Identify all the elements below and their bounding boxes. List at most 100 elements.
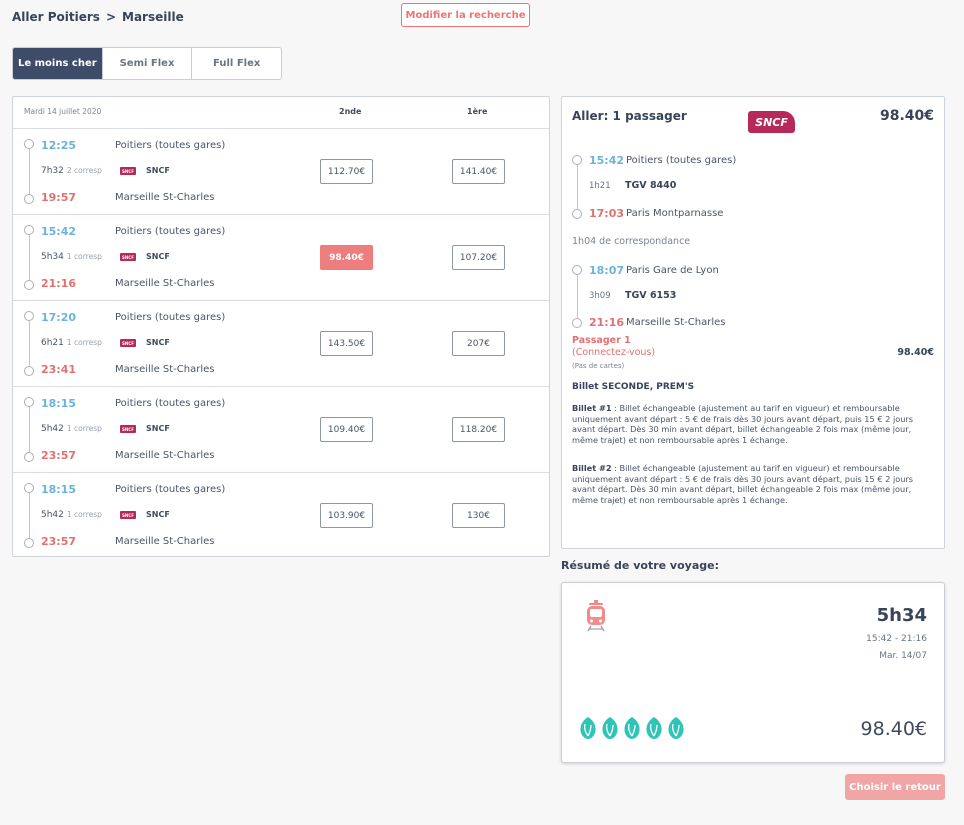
- journey-row[interactable]: 18:15 Poitiers (toutes gares) 5h42 1 corr…: [13, 473, 549, 559]
- connection-duration: 1h04 de correspondance: [572, 236, 691, 247]
- price-first-class[interactable]: 118.20€: [452, 417, 505, 442]
- passenger-price: 98.40€: [897, 347, 934, 358]
- carrier-name: SNCF: [146, 252, 170, 261]
- arrival-station: Marseille St-Charles: [115, 450, 215, 461]
- summary-times: 15:42 - 21:16: [866, 634, 927, 644]
- ticket-conditions-text: : Billet échangeable (ajustement au tari…: [572, 463, 914, 505]
- price-second-class[interactable]: 112.70€: [320, 159, 373, 184]
- sncf-logo-icon: SNCF: [120, 425, 136, 433]
- tab-cheapest[interactable]: Le moins cher: [13, 48, 103, 79]
- breadcrumb: Aller Poitiers > Marseille: [12, 10, 184, 24]
- eco-leaf-icon: [668, 717, 684, 739]
- connections-count: 1 corresp: [66, 510, 102, 519]
- segment-departure-dot: [572, 265, 582, 275]
- connections-count: 1 corresp: [66, 338, 102, 347]
- timeline-line: [28, 149, 30, 194]
- arrival-time: 23:57: [41, 449, 77, 462]
- eco-rating: [578, 716, 686, 740]
- journey-row[interactable]: 12:25 Poitiers (toutes gares) 7h32 2 corr…: [13, 129, 549, 215]
- departure-station: Poitiers (toutes gares): [115, 398, 226, 409]
- eco-leaf-icon: [602, 717, 618, 739]
- route-separator: >: [105, 10, 117, 24]
- modify-search-button[interactable]: Modifier la recherche: [401, 3, 530, 27]
- column-second-class: 2nde: [339, 107, 362, 116]
- price-second-class[interactable]: 143.50€: [320, 331, 373, 356]
- duration-value: 6h21: [41, 338, 64, 348]
- segment-timeline-line: [576, 275, 578, 318]
- departure-dot: [24, 397, 34, 407]
- connections-count: 1 corresp: [66, 252, 102, 261]
- departure-station: Poitiers (toutes gares): [115, 484, 226, 495]
- route-origin: Aller Poitiers: [12, 10, 100, 24]
- departure-dot: [24, 225, 34, 235]
- timeline-line: [28, 493, 30, 538]
- ticket-conditions: Billet #1 : Billet échangeable (ajusteme…: [572, 403, 934, 445]
- connections-count: 2 corresp: [66, 166, 102, 175]
- segment-arrival-time: 17:03: [589, 207, 625, 220]
- ticket-type: Billet SECONDE, PREM'S: [572, 382, 695, 392]
- journey-row[interactable]: 18:15 Poitiers (toutes gares) 5h42 1 corr…: [13, 387, 549, 473]
- departure-station: Poitiers (toutes gares): [115, 226, 226, 237]
- tab-full-flex[interactable]: Full Flex: [192, 48, 281, 79]
- tab-semi-flex[interactable]: Semi Flex: [103, 48, 193, 79]
- departure-station: Poitiers (toutes gares): [115, 312, 226, 323]
- segment-train-number: TGV 8440: [625, 180, 677, 191]
- sncf-logo-icon: SNCF: [120, 167, 136, 175]
- summary-title: Résumé de votre voyage:: [561, 559, 719, 572]
- journey-duration: 6h21 1 corresp: [41, 338, 102, 348]
- login-link[interactable]: (Connectez-vous): [572, 347, 655, 358]
- arrival-dot: [24, 280, 34, 290]
- departure-time: 18:15: [41, 397, 77, 410]
- sncf-logo-icon: SNCF: [120, 253, 136, 261]
- arrival-time: 23:41: [41, 363, 77, 376]
- ticket-conditions: Billet #2 : Billet échangeable (ajusteme…: [572, 463, 934, 505]
- price-second-class[interactable]: 103.90€: [320, 503, 373, 528]
- sncf-logo-icon: SNCF: [120, 511, 136, 519]
- arrival-time: 21:16: [41, 277, 77, 290]
- fare-tabs: Le moins cher Semi Flex Full Flex: [12, 47, 282, 80]
- departure-dot: [24, 483, 34, 493]
- results-table: Mardi 14 juillet 2020 2nde 1ère 12:25 Po…: [12, 96, 550, 557]
- price-first-class[interactable]: 107.20€: [452, 245, 505, 270]
- price-second-class-selected[interactable]: 98.40€: [320, 245, 373, 270]
- segment-arrival-dot: [572, 318, 582, 328]
- carrier-name: SNCF: [146, 166, 170, 175]
- choose-return-button[interactable]: Choisir le retour: [845, 774, 945, 800]
- column-first-class: 1ère: [467, 107, 488, 116]
- journey-row[interactable]: 17:20 Poitiers (toutes gares) 6h21 1 corr…: [13, 301, 549, 387]
- arrival-station: Marseille St-Charles: [115, 278, 215, 289]
- segment-duration: 3h09: [589, 291, 611, 301]
- departure-time: 12:25: [41, 139, 77, 152]
- journey-detail-panel: Aller: 1 passager SNCF 98.40€ 15:42 Poit…: [561, 96, 945, 549]
- arrival-dot: [24, 538, 34, 548]
- arrival-time: 23:57: [41, 535, 77, 548]
- journey-row[interactable]: 15:42 Poitiers (toutes gares) 5h34 1 corr…: [13, 215, 549, 301]
- departure-dot: [24, 311, 34, 321]
- journey-duration: 5h42 1 corresp: [41, 424, 102, 434]
- arrival-time: 19:57: [41, 191, 77, 204]
- segment-train-number: TGV 6153: [625, 290, 677, 301]
- carrier-name: SNCF: [146, 424, 170, 433]
- ticket-title: Billet #1: [572, 403, 612, 413]
- price-second-class[interactable]: 109.40€: [320, 417, 373, 442]
- passenger-cards: (Pas de cartes): [572, 362, 625, 370]
- price-first-class[interactable]: 207€: [452, 331, 505, 356]
- departure-time: 15:42: [41, 225, 77, 238]
- sncf-logo-icon: SNCF: [120, 339, 136, 347]
- duration-value: 5h42: [41, 510, 64, 520]
- ticket-title: Billet #2: [572, 463, 612, 473]
- timeline-line: [28, 321, 30, 366]
- departure-dot: [24, 139, 34, 149]
- segment-departure-station: Poitiers (toutes gares): [626, 155, 737, 166]
- arrival-dot: [24, 452, 34, 462]
- price-first-class[interactable]: 130€: [452, 503, 505, 528]
- segment-arrival-station: Marseille St-Charles: [626, 317, 726, 328]
- price-first-class[interactable]: 141.40€: [452, 159, 505, 184]
- journey-duration: 5h34 1 corresp: [41, 252, 102, 262]
- eco-leaf-icon: [624, 717, 640, 739]
- train-icon: [584, 599, 608, 636]
- arrival-dot: [24, 366, 34, 376]
- timeline-line: [28, 407, 30, 452]
- summary-date: Mar. 14/07: [879, 651, 927, 661]
- eco-leaf-icon: [580, 717, 596, 739]
